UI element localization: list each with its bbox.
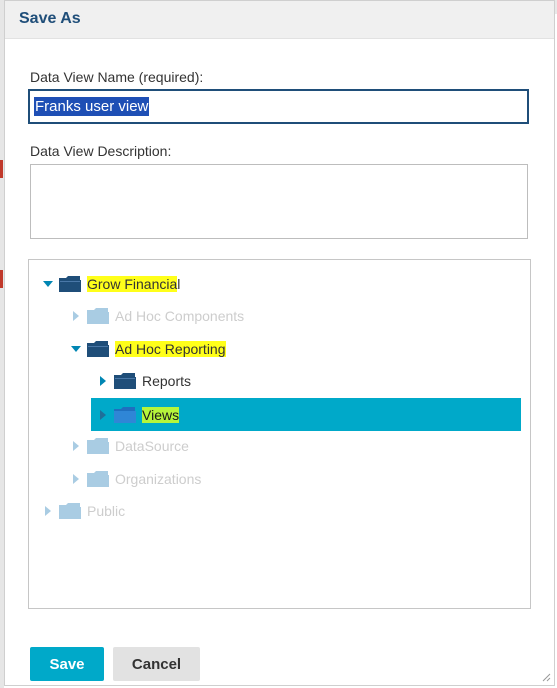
tree-node-label: Public <box>87 503 126 519</box>
folder-icon <box>59 503 81 519</box>
resize-grip-icon[interactable] <box>541 672 551 682</box>
dialog-titlebar: Save As <box>5 1 554 39</box>
collapsed-arrow-icon[interactable] <box>96 366 110 396</box>
tree-node-label: DataSource <box>115 438 189 454</box>
folder-icon <box>114 373 136 389</box>
save-as-dialog: Save As Data View Name (required): Frank… <box>4 0 555 686</box>
background-red-marker <box>0 160 3 178</box>
name-input-selected-text: Franks user view <box>34 97 150 116</box>
tree-node-reports[interactable]: Reports <box>96 366 191 396</box>
tree-node-label: Grow Financial <box>87 276 181 292</box>
expanded-arrow-icon[interactable] <box>69 334 83 364</box>
save-button[interactable]: Save <box>30 647 104 681</box>
tree-node-datasource[interactable]: DataSource <box>69 431 189 461</box>
tree-node-label: Reports <box>142 373 192 389</box>
data-view-name-input[interactable]: Franks user view <box>28 89 529 124</box>
tree-node-label: Views <box>142 406 180 423</box>
name-label: Data View Name (required): <box>30 69 204 85</box>
collapsed-arrow-icon[interactable] <box>69 301 83 331</box>
folder-icon <box>87 438 109 454</box>
dialog-title: Save As <box>19 10 81 27</box>
folder-tree: Grow Financial Ad Hoc Components Ad Hoc … <box>28 259 531 609</box>
description-label: Data View Description: <box>30 143 172 159</box>
tree-node-label: Ad Hoc Components <box>115 308 245 324</box>
folder-icon <box>59 276 81 292</box>
folder-icon <box>114 406 136 423</box>
cancel-button[interactable]: Cancel <box>113 647 200 681</box>
tree-node-views[interactable]: Views <box>91 398 521 431</box>
folder-icon <box>87 308 109 324</box>
folder-icon <box>87 471 109 487</box>
tree-node-organizations[interactable]: Organizations <box>69 464 201 494</box>
tree-node-label: Ad Hoc Reporting <box>115 341 226 357</box>
collapsed-arrow-icon[interactable] <box>96 400 110 430</box>
collapsed-arrow-icon[interactable] <box>69 464 83 494</box>
expanded-arrow-icon[interactable] <box>41 269 55 299</box>
collapsed-arrow-icon[interactable] <box>41 496 55 526</box>
tree-node-ad-hoc-reporting[interactable]: Ad Hoc Reporting <box>69 334 226 364</box>
tree-node-label: Organizations <box>115 471 202 487</box>
tree-node-grow-financial[interactable]: Grow Financial <box>41 269 180 299</box>
collapsed-arrow-icon[interactable] <box>69 431 83 461</box>
folder-icon <box>87 341 109 357</box>
tree-node-public[interactable]: Public <box>41 496 125 526</box>
tree-node-ad-hoc-components[interactable]: Ad Hoc Components <box>69 301 244 331</box>
background-red-marker <box>0 270 3 288</box>
data-view-description-input[interactable] <box>30 164 528 239</box>
